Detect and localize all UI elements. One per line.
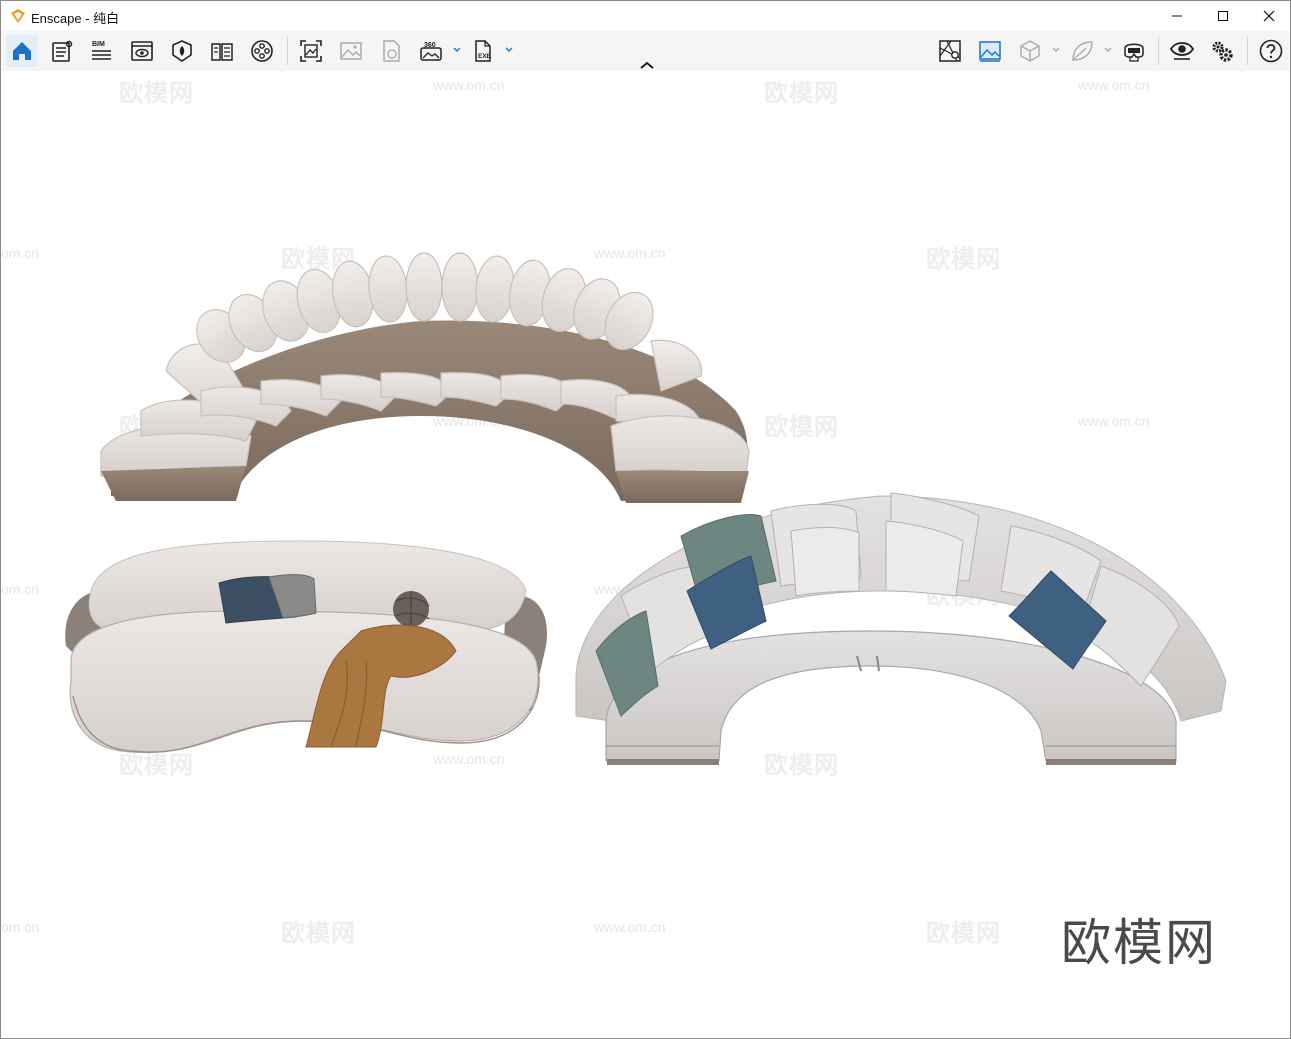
chevron-down-icon[interactable] (504, 45, 514, 55)
manual-book-icon (211, 43, 233, 61)
window-title: Enscape - 纯白 (31, 11, 120, 26)
site-context-button[interactable] (934, 35, 966, 67)
settings-gears-icon (1212, 41, 1233, 62)
leaf-button[interactable] (1066, 35, 1098, 67)
views-button[interactable] (974, 35, 1006, 67)
screenshot-icon (300, 40, 322, 62)
semicircular-sectional-sofa[interactable] (575, 492, 1227, 765)
visual-settings-button[interactable] (126, 35, 158, 67)
panorama-360-button[interactable]: 360 (415, 35, 447, 67)
asset-library-icon (172, 40, 192, 62)
collapse-toolbar-chevron-icon[interactable] (637, 59, 657, 71)
pillow-dark-blue (218, 574, 317, 624)
maximize-icon (1218, 11, 1228, 21)
export-exe-button[interactable]: EXE (467, 35, 499, 67)
title-bar: Enscape - 纯白 (1, 1, 1290, 31)
enscape-window: Enscape - 纯白 BIM 360 EXE 欧模网 www.om.cn 欧… (0, 0, 1291, 1039)
document-list-button[interactable] (46, 35, 78, 67)
manual-book-button[interactable] (206, 35, 238, 67)
svg-text:BIM: BIM (92, 41, 105, 48)
export-exe-icon: EXE (475, 40, 492, 62)
close-icon (1263, 10, 1275, 22)
eye-preview-icon (1169, 42, 1195, 60)
leaf-icon (1072, 41, 1093, 61)
chevron-down-icon[interactable] (452, 45, 462, 55)
render-viewport[interactable]: 欧模网 www.om.cn 欧模网 www.om.cn om.cn 欧模网 ww… (1, 71, 1290, 1038)
video-editor-icon (251, 40, 273, 62)
help-button[interactable] (1255, 35, 1287, 67)
batch-render-button[interactable] (335, 35, 367, 67)
toolbar-separator (1158, 37, 1159, 65)
views-icon (979, 41, 1001, 62)
kidney-curved-sofa[interactable] (65, 540, 547, 754)
enscape-logo-icon (11, 9, 25, 23)
visual-settings-icon (131, 41, 153, 61)
segmented-curved-sofa[interactable] (100, 252, 750, 503)
video-editor-button[interactable] (246, 35, 278, 67)
minimize-button[interactable] (1154, 1, 1200, 31)
screenshot-button[interactable] (295, 35, 327, 67)
home-button[interactable] (6, 35, 38, 67)
toolbar-separator (1247, 37, 1248, 65)
svg-text:EXE: EXE (478, 53, 492, 60)
settings-gears-button[interactable] (1206, 35, 1238, 67)
panorama-upload-icon (383, 40, 400, 62)
chevron-down-icon[interactable] (1051, 45, 1061, 55)
toolbar-separator (287, 37, 288, 65)
batch-render-icon (340, 42, 362, 60)
chevron-down-icon[interactable] (1103, 45, 1113, 55)
bim-button[interactable]: BIM (86, 35, 118, 67)
vr-headset-button[interactable] (1118, 35, 1150, 67)
brand-watermark: 欧模网 (1061, 915, 1217, 971)
eye-preview-button[interactable] (1166, 35, 1198, 67)
leather-ball (393, 591, 430, 627)
help-icon (1259, 39, 1283, 63)
scene-render (65, 252, 1227, 765)
maximize-button[interactable] (1200, 1, 1246, 31)
home-icon (13, 42, 31, 60)
panorama-upload-button[interactable] (375, 35, 407, 67)
minimize-icon (1172, 15, 1182, 17)
close-button[interactable] (1246, 1, 1290, 31)
asset-library-button[interactable] (166, 35, 198, 67)
object-cube-icon (1020, 40, 1040, 62)
object-cube-button[interactable] (1014, 35, 1046, 67)
panorama-360-icon: 360 (420, 42, 442, 61)
vr-headset-icon (1124, 43, 1144, 62)
site-context-icon (939, 40, 961, 62)
document-list-icon (52, 40, 73, 62)
bim-icon: BIM (92, 41, 111, 60)
